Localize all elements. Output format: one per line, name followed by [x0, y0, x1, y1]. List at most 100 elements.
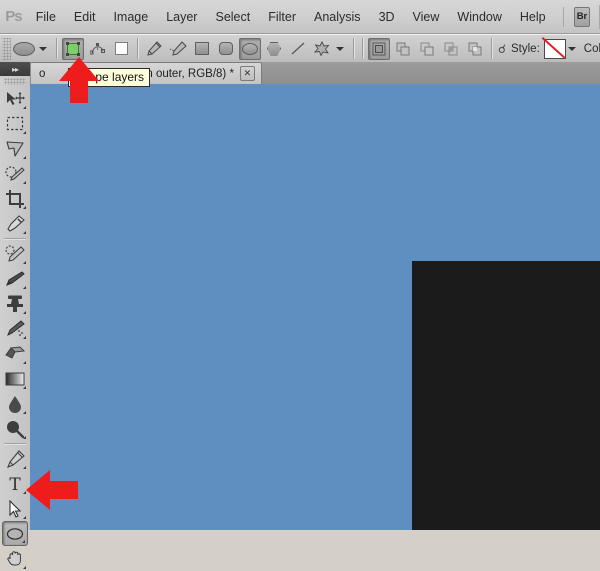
rounded-rectangle-tool-button[interactable] [215, 38, 237, 60]
tool-flyout-indicator [23, 386, 26, 389]
tool-eyedropper[interactable] [2, 211, 28, 236]
document-tab-label-right: ain outer, RGB/8) * [137, 67, 234, 80]
toolbox-divider-2 [4, 443, 26, 444]
menu-item-filter[interactable]: Filter [259, 0, 305, 33]
pen-tool-button[interactable] [143, 38, 165, 60]
options-bar-grip[interactable] [2, 37, 11, 60]
tool-flyout-indicator [23, 411, 26, 414]
rounded-rectangle-icon [219, 42, 233, 55]
tool-blur[interactable] [2, 391, 28, 416]
custom-shape-tool-button[interactable] [311, 38, 333, 60]
document-tab-close-icon[interactable]: ✕ [239, 66, 255, 81]
custom-shape-icon [314, 41, 330, 56]
exclude-overlapping-shape-areas-button[interactable] [464, 38, 486, 60]
style-swatch[interactable] [543, 38, 566, 59]
photoshop-logo-icon: Ps [5, 8, 22, 25]
create-new-shape-layer-button[interactable] [368, 37, 390, 60]
tool-flyout-indicator [23, 261, 26, 264]
tool-flyout-indicator [23, 156, 26, 159]
arrow-left-ellipse-tool [26, 470, 78, 513]
pen-tool-icon [6, 449, 25, 468]
ellipse-preview-icon [13, 41, 35, 56]
tool-flyout-indicator [23, 516, 26, 519]
crop-tool-icon [5, 189, 24, 208]
polygon-tool-button[interactable] [263, 38, 285, 60]
fill-pixels-button[interactable] [110, 38, 132, 60]
menu-item-image[interactable]: Image [104, 0, 157, 33]
brush-tool-icon [6, 270, 25, 286]
tool-crop[interactable] [2, 186, 28, 211]
link-icon[interactable]: ☌ [496, 40, 508, 58]
tool-hand[interactable] [2, 546, 28, 571]
tool-quick-selection[interactable] [2, 161, 28, 186]
line-tool-button[interactable] [287, 38, 309, 60]
toolbox-grip[interactable] [4, 78, 26, 85]
options-divider-2 [137, 38, 138, 59]
tool-preset-chevron-down-icon[interactable] [39, 46, 47, 51]
lasso-tool-icon [5, 140, 24, 157]
tool-dodge[interactable] [2, 416, 28, 441]
exclude-shape-areas-icon [468, 42, 482, 55]
path-selection-tool-icon [9, 499, 22, 518]
eyedropper-tool-icon [6, 214, 25, 232]
tool-flyout-indicator [23, 336, 26, 339]
tool-gradient[interactable] [2, 366, 28, 391]
menu-item-3d[interactable]: 3D [370, 0, 404, 33]
bridge-button[interactable]: Br [573, 6, 591, 27]
tool-ellipse-shape[interactable] [2, 521, 28, 546]
rectangular-marquee-tool-icon [6, 116, 24, 131]
options-divider-5 [491, 38, 492, 59]
menu-item-layer[interactable]: Layer [157, 0, 206, 33]
menu-item-help[interactable]: Help [511, 0, 555, 33]
toolbox-panel: ▸▸ T [0, 62, 31, 569]
paths-icon [89, 42, 105, 54]
menu-item-file[interactable]: File [27, 0, 65, 33]
custom-shape-chevron-down-icon[interactable] [336, 46, 344, 51]
tool-spot-healing-brush[interactable] [2, 241, 28, 266]
ellipse-tool-button[interactable] [239, 37, 261, 60]
ellipse-shape-tool-icon [6, 527, 24, 540]
subtract-shape-area-icon [420, 42, 434, 55]
freeform-pen-tool-button[interactable] [167, 38, 189, 60]
toolbox-collapse-button[interactable]: ▸▸ [0, 62, 30, 76]
style-chevron-down-icon[interactable] [567, 46, 576, 51]
menu-item-analysis[interactable]: Analysis [305, 0, 370, 33]
tool-preset-picker[interactable] [11, 39, 37, 59]
shape-layers-icon [66, 41, 80, 56]
gradient-tool-icon [5, 372, 25, 385]
horizontal-type-tool-icon: T [9, 475, 21, 493]
move-tool-icon [7, 91, 25, 105]
intersect-shape-areas-icon [444, 42, 458, 55]
tool-path-selection[interactable] [2, 496, 28, 521]
tool-clone-stamp[interactable] [2, 291, 28, 316]
canvas-dark-shape[interactable] [412, 261, 600, 530]
tool-brush[interactable] [2, 266, 28, 291]
menu-item-select[interactable]: Select [206, 0, 259, 33]
color-label: Color: [583, 42, 600, 55]
add-shape-area-icon [396, 42, 410, 55]
fill-pixels-icon [114, 42, 128, 55]
document-tab-label-left: o [39, 67, 46, 80]
tool-rectangular-marquee[interactable] [2, 111, 28, 136]
tool-flyout-indicator [23, 436, 26, 439]
freeform-pen-tool-icon [169, 41, 187, 56]
subtract-from-shape-area-button[interactable] [416, 38, 438, 60]
menu-item-window[interactable]: Window [448, 0, 510, 33]
intersect-shape-areas-button[interactable] [440, 38, 462, 60]
canvas-area[interactable] [30, 84, 600, 530]
tool-history-brush[interactable] [2, 316, 28, 341]
menu-item-view[interactable]: View [404, 0, 449, 33]
tool-lasso[interactable] [2, 136, 28, 161]
tool-eraser[interactable] [2, 341, 28, 366]
rectangle-tool-button[interactable] [191, 38, 213, 60]
tool-move[interactable] [2, 86, 28, 111]
menu-item-edit[interactable]: Edit [65, 0, 105, 33]
line-icon [291, 42, 304, 55]
hand-tool-icon [7, 551, 21, 566]
menu-bar: Ps File Edit Image Layer Select Filter A… [0, 0, 600, 34]
tool-horizontal-type[interactable]: T [2, 471, 28, 496]
add-to-shape-area-button[interactable] [392, 38, 414, 60]
quick-selection-tool-icon [5, 165, 25, 181]
tool-pen[interactable] [2, 446, 28, 471]
photoshop-window: Ps File Edit Image Layer Select Filter A… [0, 0, 600, 569]
